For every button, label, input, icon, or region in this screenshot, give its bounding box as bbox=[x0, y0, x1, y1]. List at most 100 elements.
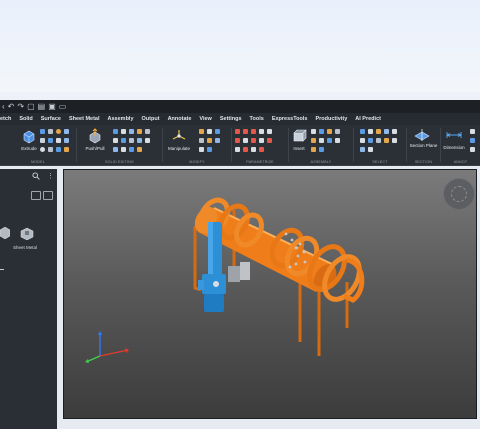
undo-icon[interactable]: ↶ bbox=[8, 102, 15, 111]
symmetric-constraint-icon[interactable] bbox=[251, 147, 256, 152]
shell-icon[interactable] bbox=[145, 129, 150, 134]
intersect-icon[interactable] bbox=[129, 129, 134, 134]
tangent-constraint-icon[interactable] bbox=[235, 138, 240, 143]
offset-face-icon[interactable] bbox=[113, 147, 118, 152]
revolve-icon[interactable] bbox=[40, 138, 45, 143]
insert-component-icon[interactable] bbox=[291, 128, 307, 144]
cone-icon[interactable] bbox=[64, 129, 69, 134]
panel-resize-handle[interactable] bbox=[0, 269, 4, 270]
tab-assembly[interactable]: Assembly bbox=[104, 116, 138, 122]
angle-constraint-icon[interactable] bbox=[251, 138, 256, 143]
vertical-constraint-icon[interactable] bbox=[243, 147, 248, 152]
view-toggle-grid-icon[interactable] bbox=[31, 191, 41, 200]
select-pockets-icon[interactable] bbox=[384, 138, 389, 143]
select-filter-icon[interactable] bbox=[368, 147, 373, 152]
select-holes-icon[interactable] bbox=[384, 129, 389, 134]
imprint-icon[interactable] bbox=[129, 138, 134, 143]
radius-constraint-icon[interactable] bbox=[259, 138, 264, 143]
insert-button-label[interactable]: Insert bbox=[289, 146, 309, 151]
pipe-assembly-model[interactable] bbox=[64, 170, 478, 420]
subtract-icon[interactable] bbox=[121, 129, 126, 134]
new-file-icon[interactable]: ▢ bbox=[27, 102, 35, 111]
sweep-icon[interactable] bbox=[56, 138, 61, 143]
section-plane-icon[interactable] bbox=[413, 128, 431, 142]
view-toggle-list-icon[interactable] bbox=[43, 191, 53, 200]
save-icon[interactable]: ▣ bbox=[48, 102, 56, 111]
select-chamfers-icon[interactable] bbox=[360, 138, 365, 143]
select-by-color-icon[interactable] bbox=[368, 129, 373, 134]
polysolid-icon[interactable] bbox=[64, 147, 69, 152]
tab-annotate[interactable]: Annotate bbox=[164, 116, 196, 122]
manipulate-icon[interactable] bbox=[171, 128, 187, 144]
torus-icon[interactable] bbox=[40, 147, 45, 152]
table-icon[interactable] bbox=[470, 147, 475, 152]
tab-sheet-metal[interactable]: Sheet Metal bbox=[65, 116, 104, 122]
mechanical-browser-icon[interactable] bbox=[311, 129, 316, 134]
tab-ai-predict[interactable]: AI Predict bbox=[351, 116, 385, 122]
quick-select-icon[interactable] bbox=[360, 147, 365, 152]
array-icon[interactable] bbox=[215, 138, 220, 143]
explode-icon[interactable] bbox=[311, 147, 316, 152]
revolute-icon[interactable] bbox=[327, 138, 332, 143]
select-fillets-icon[interactable] bbox=[392, 129, 397, 134]
extrude-icon[interactable] bbox=[21, 128, 37, 144]
align-icon[interactable] bbox=[199, 147, 204, 152]
thicken-icon[interactable] bbox=[145, 138, 150, 143]
library-item-part[interactable] bbox=[0, 227, 14, 255]
hinge-icon[interactable] bbox=[319, 138, 324, 143]
search-icon[interactable] bbox=[32, 172, 40, 180]
localize-component-icon[interactable] bbox=[311, 138, 316, 143]
move-icon[interactable] bbox=[199, 129, 204, 134]
select-bosses-icon[interactable] bbox=[368, 138, 373, 143]
horizontal-constraint-icon[interactable] bbox=[235, 147, 240, 152]
print-icon[interactable]: ▭ bbox=[59, 102, 67, 111]
back-icon[interactable]: ‹ bbox=[2, 102, 5, 111]
create-component-icon[interactable] bbox=[319, 129, 324, 134]
stretch-icon[interactable] bbox=[207, 147, 212, 152]
tab-expresstools[interactable]: ExpressTools bbox=[268, 116, 312, 122]
fillet-icon[interactable] bbox=[113, 138, 118, 143]
tab-productivity[interactable]: Productivity bbox=[311, 116, 351, 122]
copy-face-icon[interactable] bbox=[129, 147, 134, 152]
parallel-constraint-icon[interactable] bbox=[259, 129, 264, 134]
separate-icon[interactable] bbox=[137, 138, 142, 143]
slice-icon[interactable] bbox=[137, 129, 142, 134]
cylinder-icon[interactable] bbox=[48, 129, 53, 134]
loft-icon[interactable] bbox=[48, 138, 53, 143]
navigation-wheel[interactable] bbox=[443, 178, 475, 210]
library-item-sheet-metal[interactable]: Sheet Metal bbox=[13, 227, 43, 255]
push-pull-button-label[interactable]: Push/Pull bbox=[80, 146, 110, 151]
select-similar-icon[interactable] bbox=[360, 129, 365, 134]
tab-view[interactable]: View bbox=[195, 116, 215, 122]
section-plane-button-label[interactable]: Section Plane bbox=[407, 143, 440, 148]
bom-icon[interactable] bbox=[335, 138, 340, 143]
model-viewport[interactable] bbox=[63, 169, 477, 419]
leader-icon[interactable] bbox=[470, 129, 475, 134]
chamfer-icon[interactable] bbox=[121, 138, 126, 143]
concentric-constraint-icon[interactable] bbox=[251, 129, 256, 134]
mirror-icon[interactable] bbox=[199, 138, 204, 143]
dimension-button-label[interactable]: Dimension bbox=[441, 145, 467, 150]
dimension-icon[interactable] bbox=[445, 129, 463, 141]
delete-face-icon[interactable] bbox=[121, 147, 126, 152]
wedge-icon[interactable] bbox=[64, 138, 69, 143]
tab-sketch[interactable]: etch bbox=[0, 116, 15, 122]
sphere-icon[interactable] bbox=[56, 129, 61, 134]
coincident-constraint-icon[interactable] bbox=[243, 129, 248, 134]
replace-component-icon[interactable] bbox=[335, 129, 340, 134]
tab-output[interactable]: Output bbox=[138, 116, 164, 122]
equal-constraint-icon[interactable] bbox=[267, 138, 272, 143]
perpendicular-constraint-icon[interactable] bbox=[267, 129, 272, 134]
tab-tools[interactable]: Tools bbox=[246, 116, 268, 122]
select-features-icon[interactable] bbox=[392, 138, 397, 143]
tab-settings[interactable]: Settings bbox=[216, 116, 246, 122]
select-by-layer-icon[interactable] bbox=[376, 129, 381, 134]
parameters-icon[interactable] bbox=[259, 147, 264, 152]
dissolve-component-icon[interactable] bbox=[327, 129, 332, 134]
fix-constraint-icon[interactable] bbox=[235, 129, 240, 134]
redo-icon[interactable]: ↷ bbox=[17, 102, 24, 111]
extrude-button-label[interactable]: Extrude bbox=[17, 146, 41, 151]
text-icon[interactable] bbox=[470, 138, 475, 143]
box-icon[interactable] bbox=[40, 129, 45, 134]
distance-constraint-icon[interactable] bbox=[243, 138, 248, 143]
